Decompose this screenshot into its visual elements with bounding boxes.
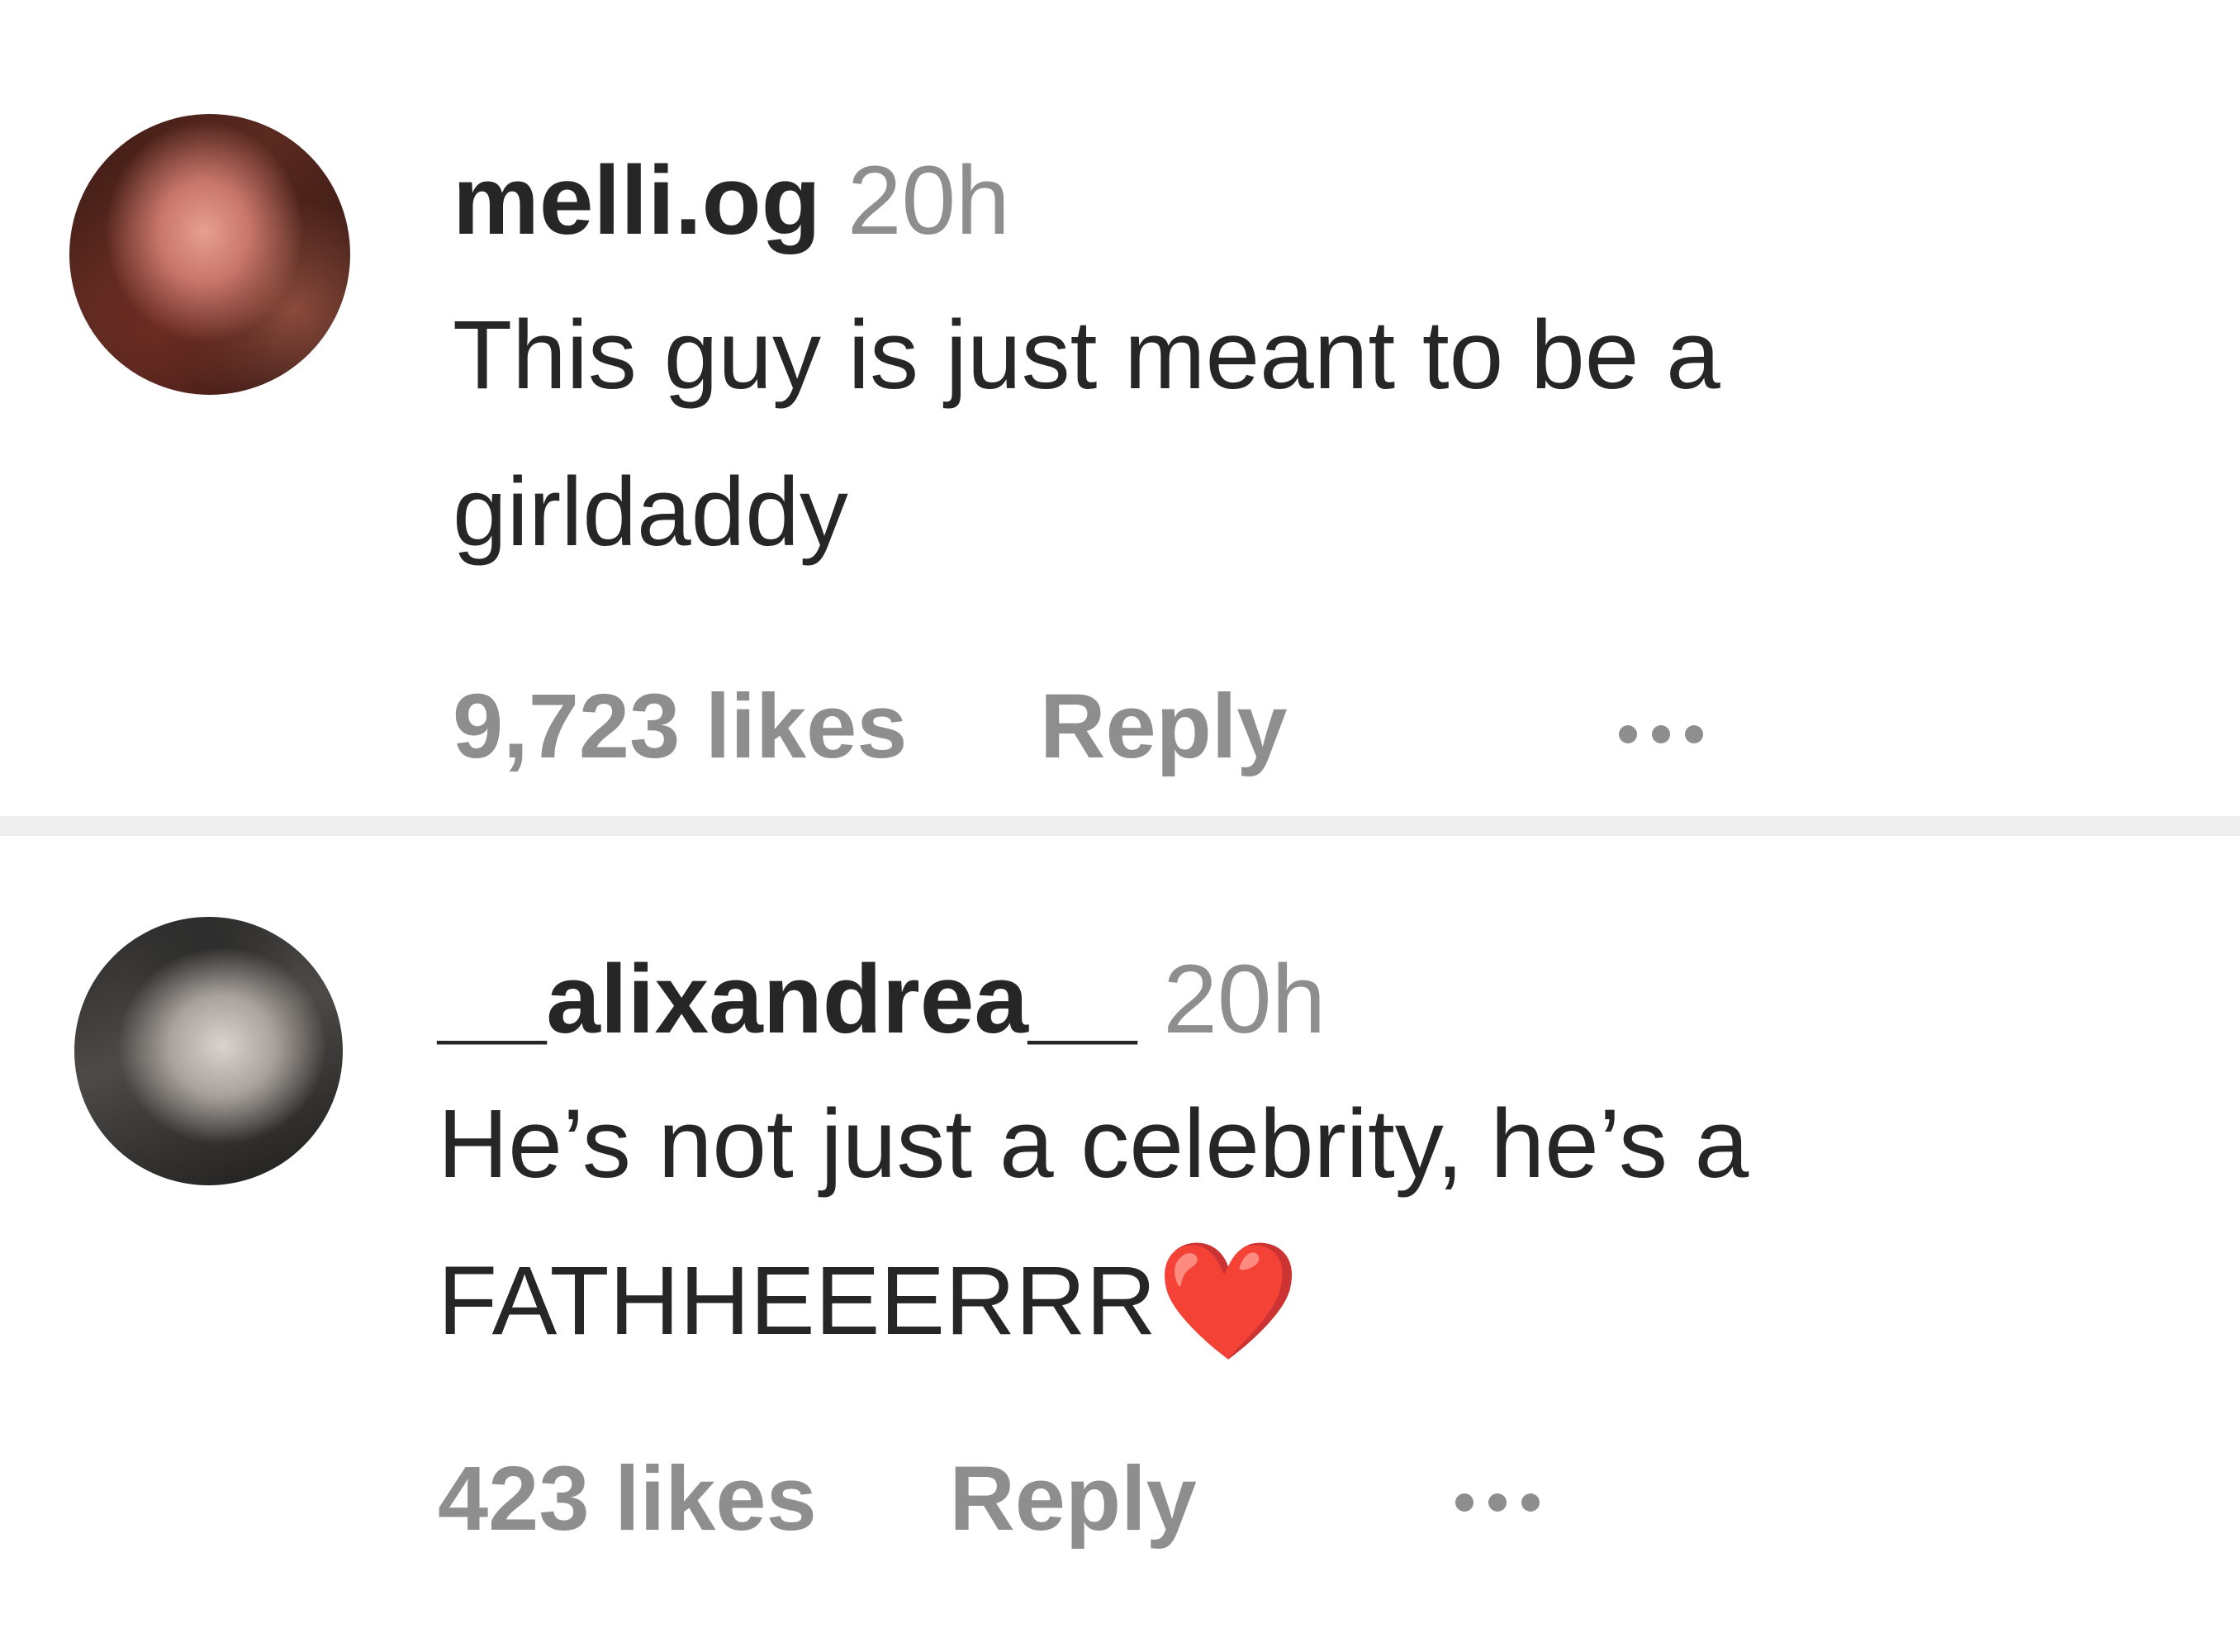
comment-item: __alixandrea__ 20h He’s not just a celebr… [0, 0, 2240, 1549]
avatar[interactable] [74, 917, 343, 1185]
comment-text-line: FATHHEEERRR [438, 1246, 1156, 1355]
timestamp[interactable]: 20h [1163, 945, 1326, 1054]
reply-button[interactable]: Reply [949, 1450, 1197, 1549]
more-dot [1455, 1493, 1474, 1512]
more-dot [1488, 1493, 1507, 1512]
comment-text-line: He’s not just a celebrity, he’s a [438, 1089, 1749, 1199]
heart-emoji-icon: ❤️ [1156, 1236, 1301, 1365]
comment-text: He’s not just a celebrity, he’s a FATHHE… [438, 1066, 1749, 1379]
avatar-photo [74, 917, 343, 1185]
comment-actions: 423 likes Reply [438, 1450, 1197, 1549]
comment-divider [0, 816, 2240, 836]
more-options-icon[interactable] [1455, 1493, 1540, 1512]
likes-count[interactable]: 423 likes [438, 1450, 817, 1549]
username-link[interactable]: __alixandrea__ [438, 945, 1137, 1054]
more-dot [1521, 1493, 1540, 1512]
comment-header: __alixandrea__ 20h [438, 946, 1326, 1053]
